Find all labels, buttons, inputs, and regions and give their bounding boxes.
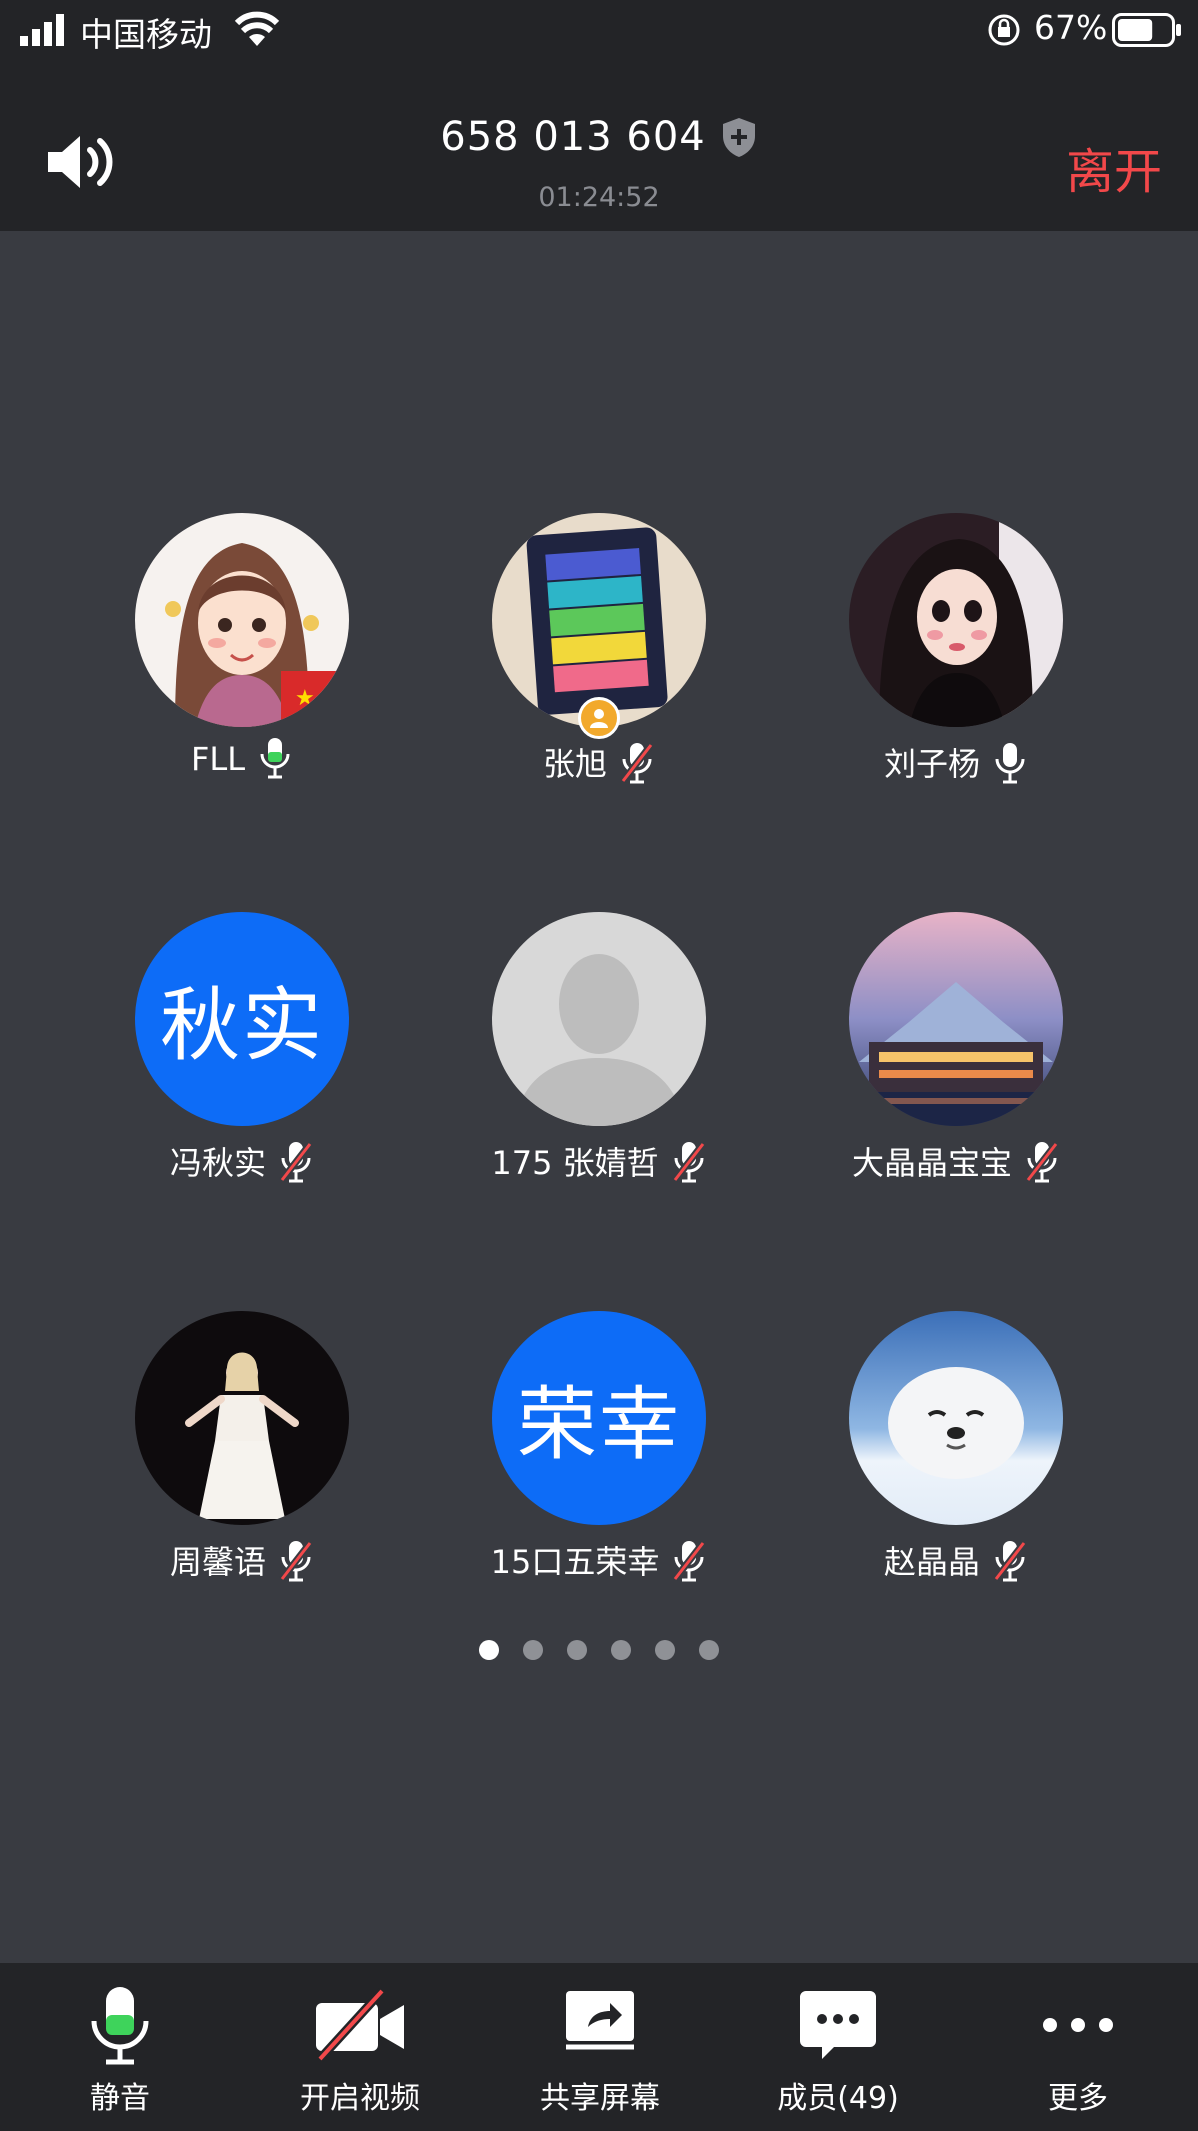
participant-name: 175 张婧哲 xyxy=(491,1144,659,1182)
participant-name-row: 张旭 xyxy=(449,739,749,788)
bottom-toolbar: 静音 开启视频 共享屏幕 成员(49) 更多 xyxy=(0,1963,1198,2131)
mic-muted-icon xyxy=(672,1540,707,1582)
avatar xyxy=(849,513,1063,727)
host-icon xyxy=(590,709,608,728)
woman-in-white-photo-avatar xyxy=(135,1311,349,1525)
default-person-avatar xyxy=(492,912,706,1126)
share-screen-icon xyxy=(566,1991,634,2050)
svg-text:★: ★ xyxy=(295,686,315,711)
avatar: ★ xyxy=(135,513,349,727)
participant-tile[interactable]: ★ FLL xyxy=(92,513,392,813)
mic-muted-icon xyxy=(1025,1141,1059,1183)
page-dot[interactable] xyxy=(699,1640,719,1660)
participant-name: FLL xyxy=(190,740,246,778)
text-avatar: 秋实 xyxy=(135,912,349,1126)
participant-tile[interactable]: 刘子杨 xyxy=(806,513,1106,813)
microphone-icon xyxy=(91,1987,149,2065)
participant-tile[interactable]: 周馨语 xyxy=(92,1311,392,1611)
illustrated-girl-avatar: ★ xyxy=(135,513,349,727)
mic-muted-icon xyxy=(279,1141,313,1183)
participant-name-row: FLL xyxy=(92,738,392,783)
avatar xyxy=(492,513,706,727)
participant-tile[interactable]: 张旭 xyxy=(449,513,749,813)
page-indicator[interactable] xyxy=(0,1640,1198,1664)
avatar xyxy=(492,912,706,1126)
participant-name-row: 大晶晶宝宝 xyxy=(806,1138,1106,1187)
participant-grid: ★ FLL 张旭 刘子杨 秋实 冯秋实 175 张婧哲 大晶晶宝宝 周馨语 荣幸… xyxy=(0,0,1198,1900)
page-dot[interactable] xyxy=(567,1640,587,1660)
mic-on-icon xyxy=(995,743,1025,784)
participant-name: 赵晶晶 xyxy=(883,1543,980,1581)
participant-name: 冯秋实 xyxy=(169,1144,266,1182)
video-off-icon xyxy=(316,1987,404,2063)
participant-name-row: 刘子杨 xyxy=(806,739,1106,788)
participant-tile[interactable]: 赵晶晶 xyxy=(806,1311,1106,1611)
girl-photo-avatar xyxy=(849,513,1063,727)
mic-on-icon xyxy=(260,738,290,779)
participant-tile[interactable]: 175 张婧哲 xyxy=(449,912,749,1212)
avatar xyxy=(135,1311,349,1525)
seal-photo-avatar xyxy=(849,1311,1063,1525)
mic-muted-icon xyxy=(993,1540,1027,1582)
participant-name: 刘子杨 xyxy=(883,745,980,783)
building-photo-avatar xyxy=(849,912,1063,1126)
page-dot[interactable] xyxy=(655,1640,675,1660)
participant-name-row: 175 张婧哲 xyxy=(449,1138,749,1187)
mute-label: 静音 xyxy=(90,2081,150,2116)
host-badge xyxy=(578,697,620,739)
participant-tile[interactable]: 大晶晶宝宝 xyxy=(806,912,1106,1212)
participant-name: 张旭 xyxy=(542,745,607,783)
members-label: 成员(49) xyxy=(777,2081,899,2116)
page-dot[interactable] xyxy=(523,1640,543,1660)
members-button[interactable]: 成员(49) xyxy=(718,1963,958,2131)
text-avatar: 荣幸 xyxy=(492,1311,706,1525)
avatar xyxy=(849,912,1063,1126)
participant-name: 15口五荣幸 xyxy=(490,1543,660,1581)
participant-name: 周馨语 xyxy=(169,1543,266,1581)
sticky-notes-photo-avatar xyxy=(492,513,706,727)
mic-muted-icon xyxy=(620,742,654,784)
mic-muted-icon xyxy=(671,1141,706,1183)
share-screen-button[interactable]: 共享屏幕 xyxy=(480,1963,720,2131)
page-dot[interactable] xyxy=(479,1640,499,1660)
participant-tile[interactable]: 荣幸 15口五荣幸 xyxy=(449,1311,749,1611)
start-video-button[interactable]: 开启视频 xyxy=(240,1963,480,2131)
mute-button[interactable]: 静音 xyxy=(0,1963,240,2131)
avatar xyxy=(849,1311,1063,1525)
share-label: 共享屏幕 xyxy=(540,2081,660,2116)
participant-name-row: 15口五荣幸 xyxy=(449,1537,749,1586)
video-label: 开启视频 xyxy=(300,2081,420,2116)
participant-name: 大晶晶宝宝 xyxy=(851,1144,1012,1182)
more-dots-icon xyxy=(1043,2018,1113,2032)
participant-tile[interactable]: 秋实 冯秋实 xyxy=(92,912,392,1212)
more-button[interactable]: 更多 xyxy=(958,1963,1198,2131)
chat-bubble-icon xyxy=(800,1991,876,2059)
more-label: 更多 xyxy=(1048,2081,1108,2116)
page-dot[interactable] xyxy=(611,1640,631,1660)
participant-name-row: 周馨语 xyxy=(92,1537,392,1586)
participant-name-row: 赵晶晶 xyxy=(806,1537,1106,1586)
mic-muted-icon xyxy=(279,1540,313,1582)
participant-name-row: 冯秋实 xyxy=(92,1138,392,1187)
